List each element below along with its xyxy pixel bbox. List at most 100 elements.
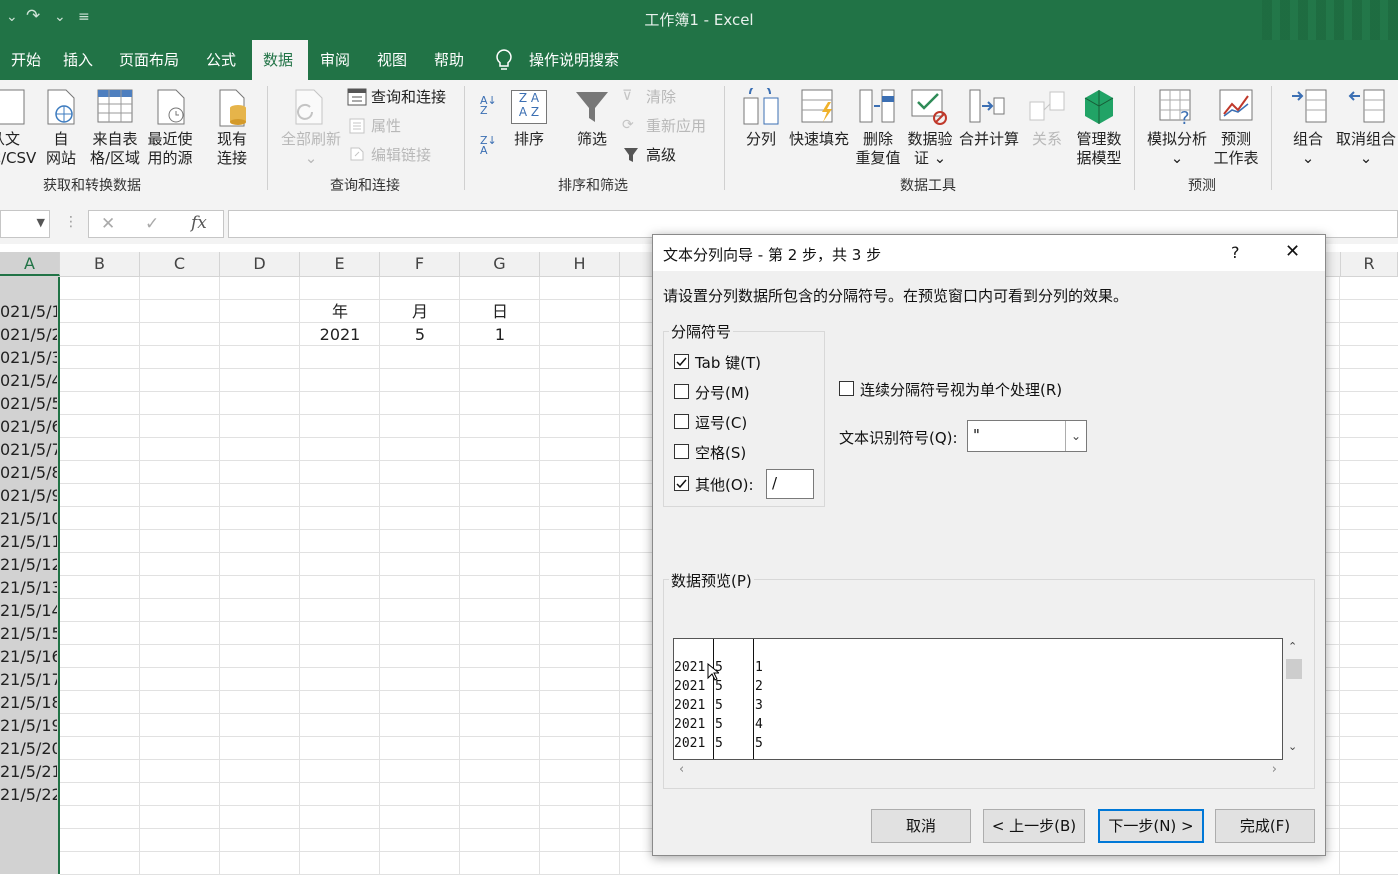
scroll-up-icon[interactable]: ⌃	[1288, 640, 1297, 653]
sort-az-icon[interactable]: A↓ Z	[480, 95, 500, 118]
tab-view[interactable]: 视图	[366, 40, 418, 80]
scroll-left-icon[interactable]: ‹	[679, 762, 684, 777]
column-header-h[interactable]: H	[540, 252, 620, 276]
properties-button[interactable]: 属性	[371, 117, 401, 136]
consecutive-checkbox[interactable]	[839, 381, 854, 396]
column-header-a[interactable]: A	[0, 252, 60, 276]
cell-a[interactable]: 21/5/15	[0, 622, 57, 645]
cancel-edit-icon[interactable]: ✕	[101, 214, 115, 234]
cancel-button[interactable]: 取消	[871, 809, 971, 843]
close-button[interactable]: ✕	[1285, 241, 1300, 262]
cell-a[interactable]: 21/5/20	[0, 737, 57, 760]
cell-a[interactable]: 021/5/4	[0, 369, 57, 392]
back-button[interactable]: < 上一步(B)	[983, 809, 1085, 843]
group-button[interactable]: 组合 ⌄	[1284, 130, 1332, 168]
cell-a[interactable]: 021/5/8	[0, 461, 57, 484]
cell-e2[interactable]: 2021	[300, 323, 380, 346]
scroll-down-icon[interactable]: ⌄	[1288, 740, 1297, 753]
tab-data[interactable]: 数据	[252, 40, 308, 80]
reapply-button[interactable]: 重新应用	[646, 117, 706, 136]
finish-button[interactable]: 完成(F)	[1215, 809, 1315, 843]
relationships-button[interactable]: 关系	[1026, 130, 1068, 149]
column-break-line[interactable]	[713, 639, 714, 759]
column-header-g[interactable]: G	[460, 252, 540, 276]
cell-a[interactable]: 21/5/13	[0, 576, 57, 599]
cell-a[interactable]: 21/5/22	[0, 783, 57, 806]
text-to-columns-button[interactable]: 分列	[740, 130, 782, 149]
confirm-edit-icon[interactable]: ✓	[145, 214, 159, 234]
column-header-d[interactable]: D	[220, 252, 300, 276]
tab-insert[interactable]: 插入	[52, 40, 104, 80]
advanced-button[interactable]: 高级	[646, 146, 676, 165]
space-checkbox[interactable]	[674, 444, 689, 459]
name-box-dropdown-icon[interactable]: ▼	[37, 216, 45, 229]
cell-a[interactable]: 21/5/14	[0, 599, 57, 622]
sort-button[interactable]: 排序	[508, 130, 550, 149]
tab-checkbox[interactable]	[674, 354, 689, 369]
cell-a[interactable]: 021/5/6	[0, 415, 57, 438]
comma-label[interactable]: 逗号(C)	[695, 412, 747, 433]
column-header-f[interactable]: F	[380, 252, 460, 276]
recent-sources-button[interactable]: 最近使 用的源	[144, 130, 196, 168]
help-button[interactable]: ?	[1231, 243, 1240, 262]
cell-g1[interactable]: 日	[460, 300, 540, 323]
sort-za-icon[interactable]: Z↓ A	[480, 135, 500, 158]
cell-a[interactable]: 21/5/19	[0, 714, 57, 737]
filter-button[interactable]: 筛选	[570, 130, 614, 149]
remove-duplicates-button[interactable]: 删除 重复值	[852, 130, 904, 168]
tab-home[interactable]: 开始	[0, 40, 52, 80]
tab-review[interactable]: 审阅	[309, 40, 361, 80]
other-checkbox[interactable]	[674, 476, 689, 491]
consolidate-button[interactable]: 合并计算	[958, 130, 1020, 149]
tab-help[interactable]: 帮助	[423, 40, 475, 80]
edit-links-button[interactable]: 编辑链接	[371, 146, 431, 165]
qualifier-select[interactable]: " ⌄	[967, 420, 1087, 452]
cell-a[interactable]: 21/5/21	[0, 760, 57, 783]
from-web-button[interactable]: 自网站	[42, 130, 80, 168]
cell-a[interactable]: 21/5/16	[0, 645, 57, 668]
column-break-line[interactable]	[753, 639, 754, 759]
preview-vertical-scrollbar[interactable]: ⌃ ⌄	[1283, 638, 1305, 760]
manage-data-model-button[interactable]: 管理数 据模型	[1072, 130, 1126, 168]
cell-a[interactable]: 021/5/1	[0, 300, 57, 323]
preview-table[interactable]: 2021 5 1 2021 5 2 2021 5 3 2021 5 4 2021 5 5	[673, 638, 1283, 760]
tab-page-layout[interactable]: 页面布局	[108, 40, 190, 80]
from-table-range-button[interactable]: 来自表 格/区域	[88, 130, 142, 168]
tab-formulas[interactable]: 公式	[195, 40, 247, 80]
from-text-csv-button[interactable]: 从文本/CSV	[0, 130, 36, 168]
cell-a[interactable]: 021/5/3	[0, 346, 57, 369]
cell-f1[interactable]: 月	[380, 300, 460, 323]
data-validation-button[interactable]: 数据验证 ⌄	[904, 130, 956, 168]
lightbulb-icon[interactable]	[494, 48, 514, 72]
queries-connections-button[interactable]: 查询和连接	[371, 88, 446, 107]
preview-horizontal-scrollbar[interactable]: ‹ ›	[673, 760, 1283, 782]
tab-label[interactable]: Tab 键(T)	[695, 352, 761, 373]
chevron-down-icon[interactable]: ⌄	[1065, 421, 1086, 451]
existing-connections-button[interactable]: 现有 连接	[208, 130, 256, 168]
comma-checkbox[interactable]	[674, 414, 689, 429]
cell-a[interactable]: 021/5/9	[0, 484, 57, 507]
cell-a[interactable]: 21/5/11	[0, 530, 57, 553]
refresh-all-button[interactable]: 全部刷新 ⌄	[278, 130, 344, 168]
ungroup-button[interactable]: 取消组合 ⌄	[1334, 130, 1398, 168]
semicolon-checkbox[interactable]	[674, 384, 689, 399]
cell-a[interactable]: 21/5/12	[0, 553, 57, 576]
insert-function-icon[interactable]: fx	[191, 213, 207, 233]
forecast-sheet-button[interactable]: 预测 工作表	[1210, 130, 1262, 168]
cell-g2[interactable]: 1	[460, 323, 540, 346]
cell-a[interactable]: 21/5/18	[0, 691, 57, 714]
column-header-b[interactable]: B	[60, 252, 140, 276]
cell-a[interactable]: 021/5/7	[0, 438, 57, 461]
scroll-thumb[interactable]	[1286, 659, 1302, 679]
semicolon-label[interactable]: 分号(M)	[695, 382, 750, 403]
cell-a[interactable]: 21/5/10	[0, 507, 57, 530]
scroll-right-icon[interactable]: ›	[1272, 762, 1277, 777]
column-header-c[interactable]: C	[140, 252, 220, 276]
name-box[interactable]: ▼	[0, 210, 50, 238]
cell-f2[interactable]: 5	[380, 323, 460, 346]
cell-a[interactable]: 21/5/17	[0, 668, 57, 691]
what-if-analysis-button[interactable]: 模拟分析 ⌄	[1144, 130, 1210, 168]
tell-me-search[interactable]: 操作说明搜索	[518, 40, 630, 80]
column-header-r[interactable]: R	[1340, 252, 1398, 276]
flash-fill-button[interactable]: 快速填充	[786, 130, 852, 149]
